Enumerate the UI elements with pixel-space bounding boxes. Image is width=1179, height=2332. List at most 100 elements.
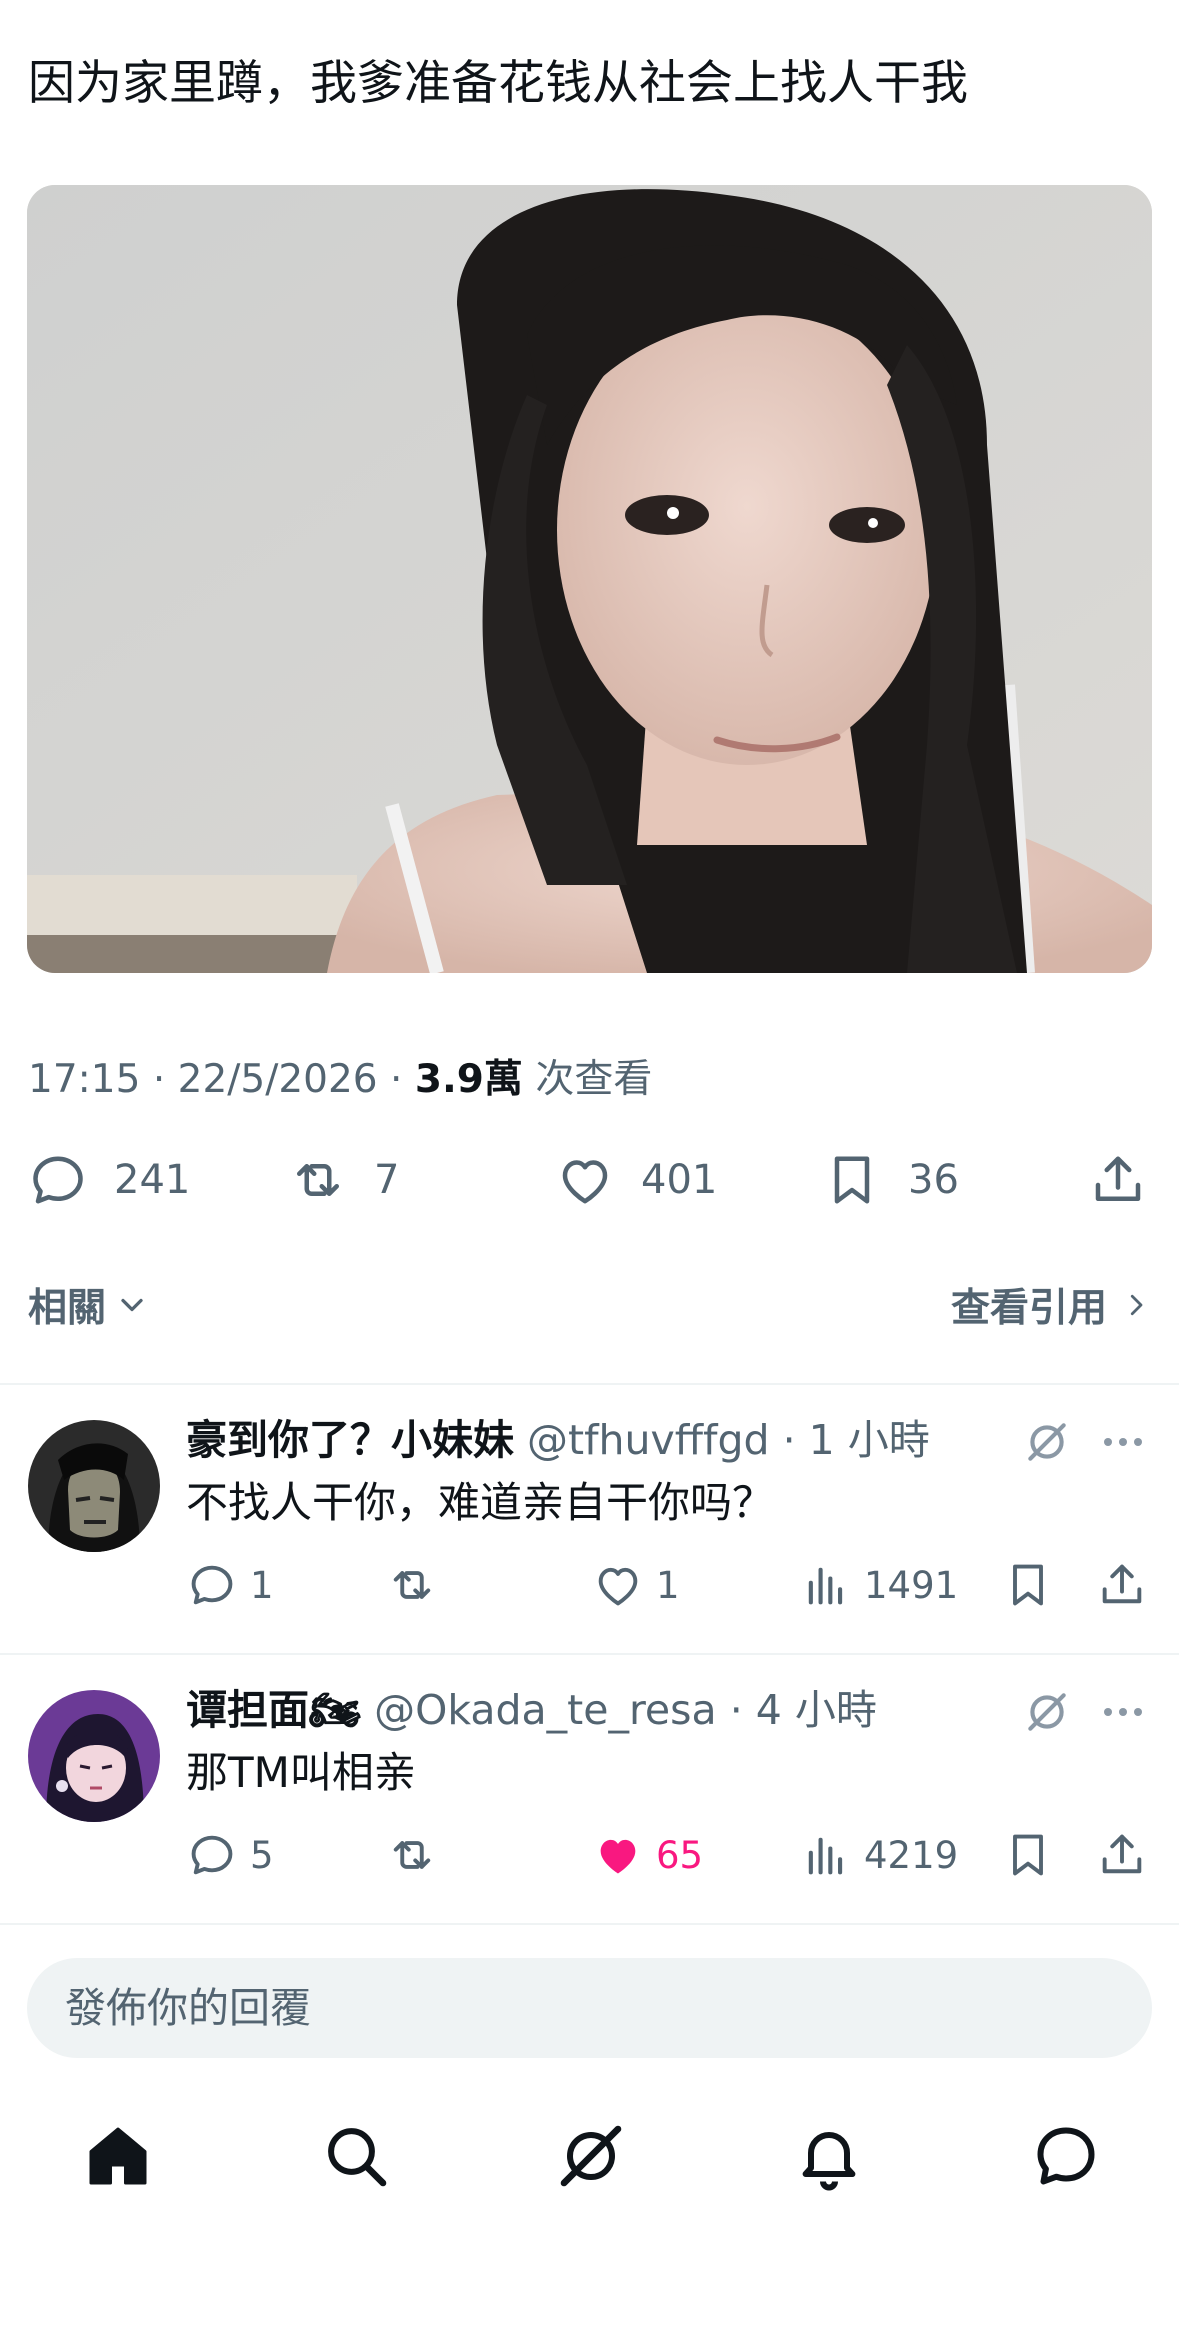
reply-count: 5 <box>250 1833 274 1877</box>
view-count: 1491 <box>864 1563 959 1607</box>
reply-count: 241 <box>114 1157 191 1203</box>
photo-image <box>27 185 1152 973</box>
nav-notifications[interactable] <box>783 2110 875 2202</box>
views-chart-icon <box>808 1837 843 1875</box>
related-dropdown[interactable]: 相關 <box>28 1277 150 1333</box>
reply-icon <box>191 1835 233 1875</box>
reply-header: 谭担面🏍 @Okada_te_resa · 4 小時 <box>186 1680 877 1740</box>
share-button[interactable] <box>1096 1825 1148 1885</box>
like-count: 401 <box>641 1157 718 1203</box>
bell-icon <box>802 2132 856 2191</box>
chevron-down-icon <box>121 1298 143 1312</box>
nav-home[interactable] <box>72 2110 164 2202</box>
avatar[interactable] <box>28 1690 160 1822</box>
avatar-image <box>28 1690 160 1822</box>
divider <box>0 1923 1179 1925</box>
heart-filled-icon <box>600 1839 636 1874</box>
grok-icon[interactable] <box>1022 1417 1072 1467</box>
bookmark-icon <box>1013 1564 1043 1606</box>
view-quotes-link[interactable]: 查看引用 <box>951 1277 1151 1333</box>
bookmark-button[interactable] <box>1002 1825 1054 1885</box>
tweet-actions: 241 7 401 36 <box>0 1140 1179 1220</box>
meta-separator: · <box>390 1057 403 1102</box>
bookmark-icon <box>1013 1834 1043 1876</box>
view-count: 4219 <box>864 1833 959 1877</box>
share-icon <box>1102 1564 1142 1604</box>
bookmark-icon <box>834 1156 870 1204</box>
bottom-nav <box>0 2110 1179 2202</box>
reply-text: 不找人干你，难道亲自干你吗？ <box>186 1478 775 1527</box>
more-options-button[interactable] <box>1098 1687 1148 1737</box>
bookmark-button[interactable]: 36 <box>822 1140 959 1220</box>
nav-messages[interactable] <box>1020 2110 1112 2202</box>
reply-header: 豪到你了？小妹妹 @tfhuvfffgd · 1 小時 <box>186 1410 930 1470</box>
meta-separator: · <box>152 1057 166 1102</box>
reply-item[interactable]: 豪到你了？小妹妹 @tfhuvfffgd · 1 小時 不找人干你，难道亲自干你… <box>0 1385 1179 1653</box>
chevron-right-icon <box>1130 1294 1143 1316</box>
reply-author-handle[interactable]: @tfhuvfffgd <box>527 1416 769 1464</box>
retweet-button[interactable] <box>386 1555 450 1615</box>
related-row: 相關 查看引用 <box>28 1275 1151 1335</box>
reply-item[interactable]: 谭担面🏍 @Okada_te_resa · 4 小時 那TM叫相亲 5 65 4… <box>0 1655 1179 1923</box>
reply-button[interactable]: 1 <box>186 1555 274 1615</box>
share-icon <box>1095 1156 1141 1201</box>
bookmark-button[interactable] <box>1002 1555 1054 1615</box>
heart-icon <box>598 1567 638 1606</box>
retweet-icon <box>393 1841 431 1869</box>
nav-search[interactable] <box>310 2110 402 2202</box>
reply-author-name[interactable]: 豪到你了？小妹妹 <box>186 1416 514 1464</box>
reply-text: 那TM叫相亲 <box>186 1748 416 1797</box>
view-quotes-label: 查看引用 <box>950 1286 1107 1331</box>
tweet-meta: 17:15 · 22/5/2026 · 3.9萬 次查看 <box>28 1048 652 1104</box>
reply-actions: 1 1 1491 <box>0 1555 1179 1615</box>
tweet-photo[interactable] <box>27 185 1152 973</box>
reply-composer[interactable] <box>27 1958 1152 2058</box>
reply-actions: 5 65 4219 <box>0 1825 1179 1885</box>
reply-time: 4 小時 <box>755 1686 877 1734</box>
nav-grok[interactable] <box>545 2110 637 2202</box>
tweet-time: 17:15 <box>28 1057 141 1102</box>
reply-button[interactable]: 241 <box>28 1140 190 1220</box>
like-button[interactable]: 1 <box>592 1555 680 1615</box>
views-button[interactable]: 1491 <box>800 1555 958 1615</box>
views-chart-icon <box>808 1567 843 1605</box>
like-count: 65 <box>656 1833 704 1877</box>
like-button[interactable]: 401 <box>555 1140 717 1220</box>
reply-input[interactable] <box>27 1958 1152 2058</box>
share-button[interactable] <box>1096 1555 1148 1615</box>
grok-icon[interactable] <box>1022 1687 1072 1737</box>
reply-icon <box>191 1565 233 1605</box>
retweet-icon <box>393 1571 431 1599</box>
retweet-count: 7 <box>374 1157 400 1203</box>
more-options-button[interactable] <box>1098 1417 1148 1467</box>
retweet-button[interactable] <box>386 1825 450 1885</box>
like-button[interactable]: 65 <box>592 1825 703 1885</box>
bookmark-count: 36 <box>908 1157 959 1203</box>
views-count[interactable]: 3.9萬 <box>415 1057 523 1102</box>
share-button[interactable] <box>1088 1140 1148 1220</box>
search-icon <box>328 2128 387 2187</box>
home-icon <box>89 2127 147 2185</box>
meta-separator: · <box>782 1416 796 1464</box>
share-icon <box>1102 1834 1142 1874</box>
reply-count: 1 <box>250 1563 274 1607</box>
grok-icon <box>560 2125 622 2187</box>
avatar-image <box>28 1420 160 1552</box>
reply-button[interactable]: 5 <box>186 1825 274 1885</box>
reply-author-name[interactable]: 谭担面🏍 <box>186 1686 361 1734</box>
reply-icon <box>33 1156 83 1204</box>
reply-time: 1 小時 <box>808 1416 930 1464</box>
avatar[interactable] <box>28 1420 160 1552</box>
views-label: 次查看 <box>535 1057 653 1102</box>
retweet-button[interactable]: 7 <box>288 1140 399 1220</box>
views-button[interactable]: 4219 <box>800 1825 958 1885</box>
messages-icon <box>1037 2127 1095 2185</box>
retweet-icon <box>297 1164 339 1196</box>
meta-separator: · <box>729 1686 743 1734</box>
related-label: 相關 <box>28 1286 107 1331</box>
tweet-text: 因为家里蹲，我爹准备花钱从社会上找人干我 <box>28 56 968 111</box>
heart-icon <box>562 1160 608 1204</box>
tweet-date: 22/5/2026 <box>177 1057 378 1102</box>
like-count: 1 <box>656 1563 680 1607</box>
reply-author-handle[interactable]: @Okada_te_resa <box>374 1686 717 1734</box>
